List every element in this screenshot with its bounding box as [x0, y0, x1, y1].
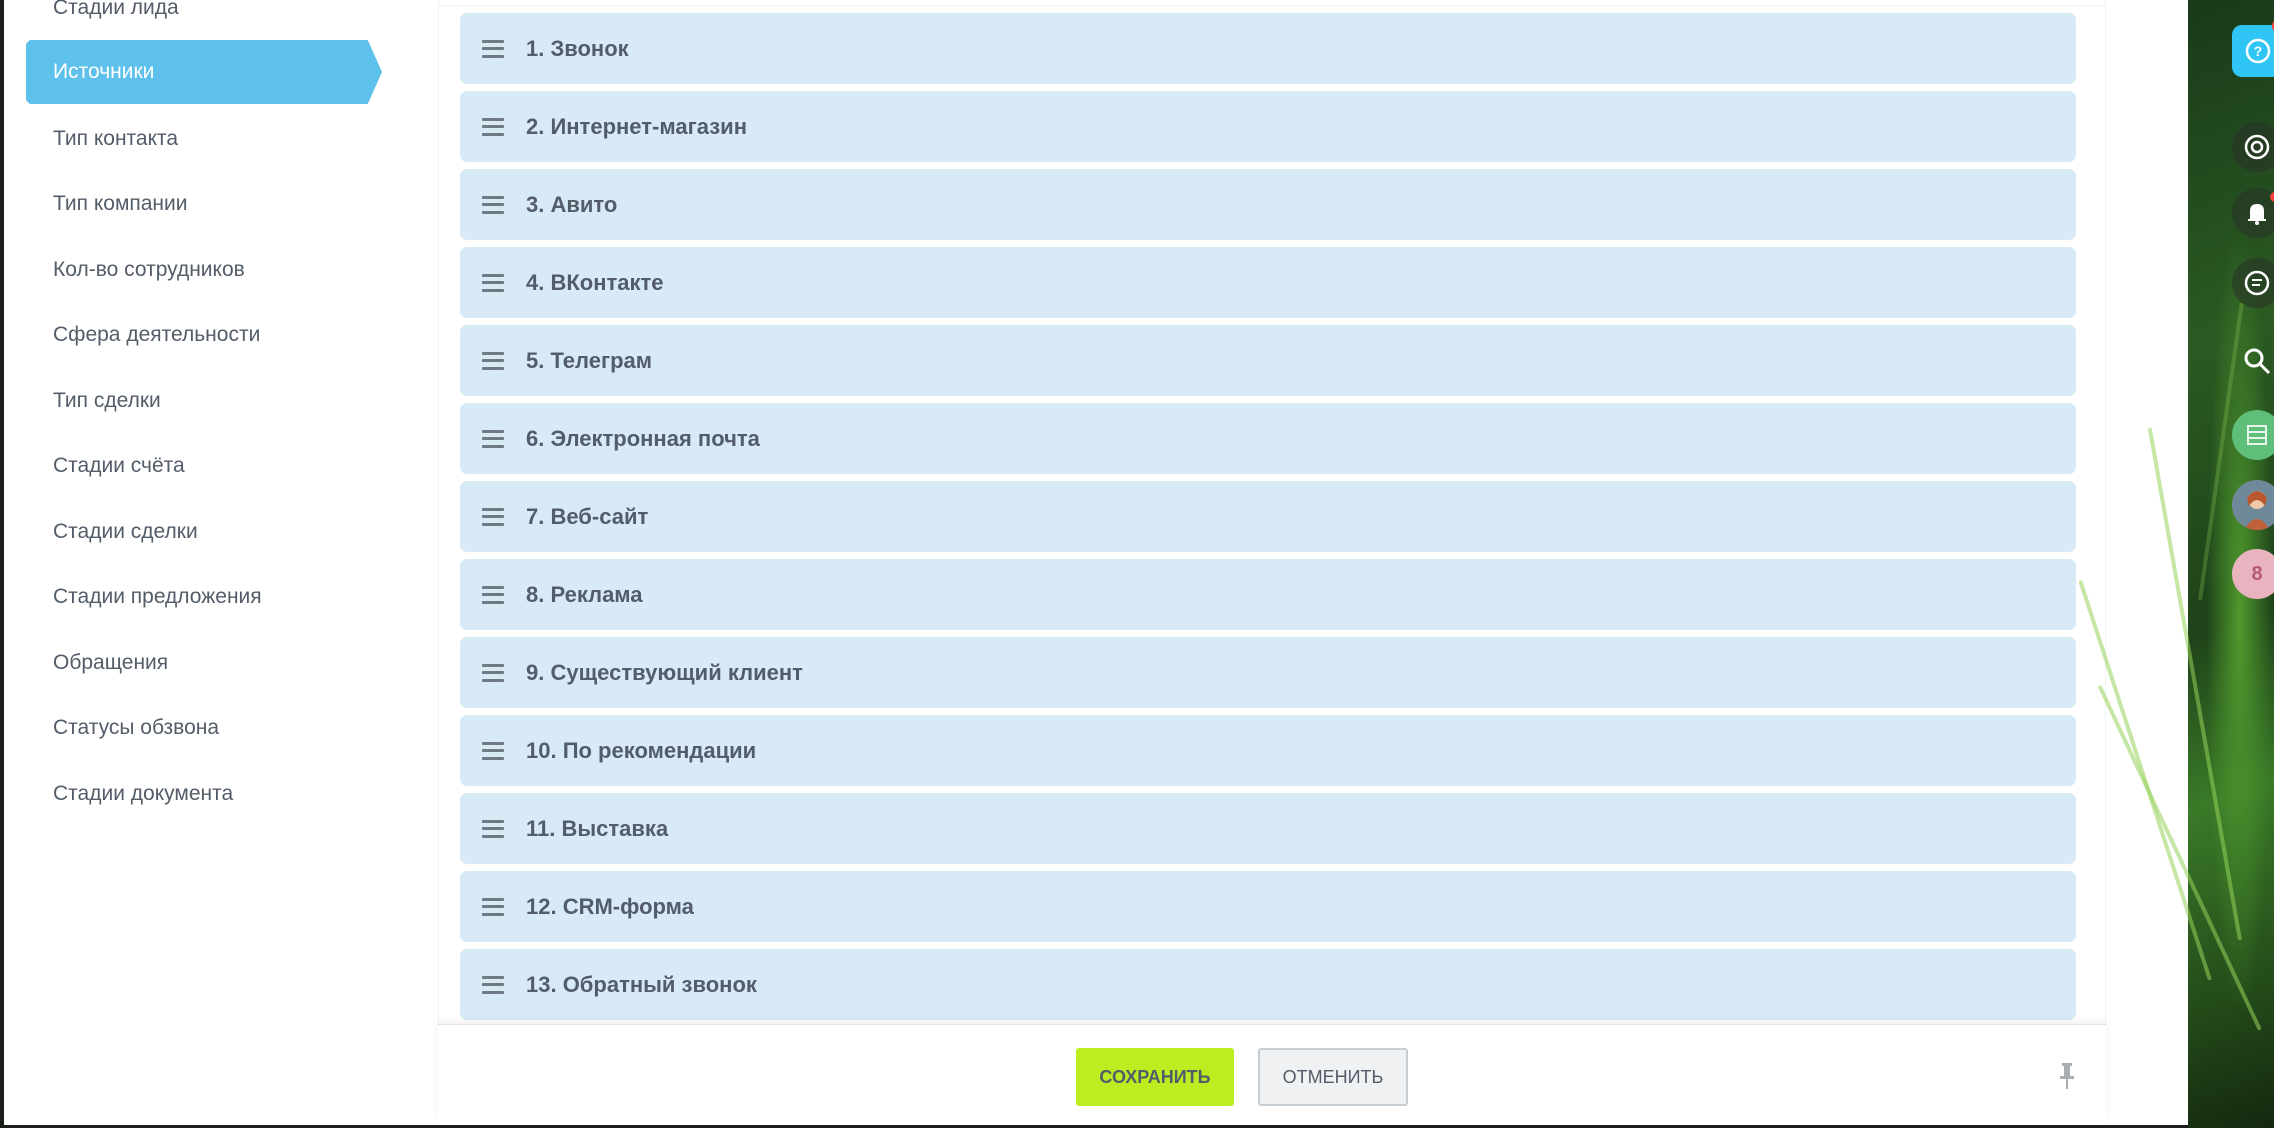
- list-item-label: 7. Веб-сайт: [526, 503, 649, 529]
- drag-handle-icon[interactable]: [482, 507, 504, 526]
- list-item[interactable]: 13. Обратный звонок: [460, 949, 2076, 1020]
- sidebar-item-label: Обращения: [53, 651, 169, 674]
- sidebar-item-call-statuses[interactable]: Статусы обзвона: [26, 696, 366, 760]
- sheet-button[interactable]: [2232, 410, 2274, 460]
- save-button[interactable]: СОХРАНИТЬ: [1076, 1048, 1234, 1106]
- sidebar-item-deal-type[interactable]: Тип сделки: [26, 369, 366, 433]
- list-item[interactable]: 6. Электронная почта: [460, 403, 2076, 474]
- sidebar-item-label: Тип контакта: [53, 127, 179, 150]
- sidebar-item-deal-stages[interactable]: Стадии сделки: [26, 500, 366, 564]
- drag-handle-icon[interactable]: [482, 897, 504, 916]
- list-item-label: 8. Реклама: [526, 581, 643, 607]
- list-item[interactable]: 2. Интернет-магазин: [460, 91, 2076, 162]
- footer-bar: СОХРАНИТЬ ОТМЕНИТЬ: [438, 1024, 2106, 1125]
- avatar-icon: [2232, 480, 2274, 530]
- sidebar-item-label: Источники: [53, 60, 155, 83]
- sidebar-item-employees[interactable]: Кол-во сотрудников: [26, 238, 366, 302]
- sidebar-item-label: Кол-во сотрудников: [53, 258, 245, 281]
- sidebar-item-label: Стадии документа: [53, 782, 234, 805]
- list-item-label: 4. ВКонтакте: [526, 269, 664, 295]
- sidebar-item-label: Стадии предложения: [53, 585, 262, 608]
- sidebar-item-label: Тип сделки: [53, 389, 161, 412]
- user-avatar[interactable]: [2232, 480, 2274, 530]
- drag-handle-icon[interactable]: [482, 585, 504, 604]
- sidebar-item-label: Сфера деятельности: [53, 323, 261, 346]
- drag-handle-icon[interactable]: [482, 273, 504, 292]
- list-item-label: 6. Электронная почта: [526, 425, 760, 451]
- list-item[interactable]: 12. CRM-форма: [460, 871, 2076, 942]
- help-button[interactable]: ?: [2232, 19, 2274, 77]
- sidebar-item-quote-stages[interactable]: Стадии предложения: [26, 565, 366, 629]
- drag-handle-icon[interactable]: [482, 195, 504, 214]
- sidebar-item-contact-type[interactable]: Тип контакта: [26, 107, 366, 171]
- sidebar-item-invoice-stages[interactable]: Стадии счёта: [26, 434, 366, 498]
- list-item-label: 5. Телеграм: [526, 347, 653, 373]
- chat-icon: [2244, 270, 2270, 296]
- list-item[interactable]: 1. Звонок: [460, 13, 2076, 84]
- sidebar-item-company-type[interactable]: Тип компании: [26, 172, 366, 236]
- sidebar-item-document-stages[interactable]: Стадии документа: [26, 762, 366, 826]
- drag-handle-icon[interactable]: [482, 741, 504, 760]
- sources-list: 1. Звонок 2. Интернет-магазин 3. Авито 4…: [438, 0, 2106, 1024]
- list-item[interactable]: 5. Телеграм: [460, 325, 2076, 396]
- list-item[interactable]: 10. По рекомендации: [460, 715, 2076, 786]
- drag-handle-icon[interactable]: [482, 819, 504, 838]
- list-item[interactable]: 4. ВКонтакте: [460, 247, 2076, 318]
- sidebar-item-appeals[interactable]: Обращения: [26, 631, 366, 695]
- drag-handle-icon[interactable]: [482, 975, 504, 994]
- bell-icon: [2248, 204, 2266, 225]
- counter-label: 8: [2251, 562, 2263, 585]
- cancel-button[interactable]: ОТМЕНИТЬ: [1258, 1048, 1408, 1106]
- list-item-label: 9. Существующий клиент: [526, 659, 803, 685]
- counter-avatar[interactable]: 8: [2232, 549, 2274, 599]
- list-item[interactable]: 3. Авито: [460, 169, 2076, 240]
- drag-handle-icon[interactable]: [482, 39, 504, 58]
- list-item-label: 1. Звонок: [526, 35, 629, 61]
- list-item-label: 10. По рекомендации: [526, 737, 757, 763]
- target-button[interactable]: [2232, 122, 2274, 172]
- list-item[interactable]: 9. Существующий клиент: [460, 637, 2076, 708]
- list-item-label: 3. Авито: [526, 191, 618, 217]
- sidebar-item-label: Стадии сделки: [53, 520, 198, 543]
- sidebar-item-lead-stages[interactable]: Стадии лида: [26, 0, 366, 40]
- drag-handle-icon[interactable]: [482, 429, 504, 448]
- search-button[interactable]: [2232, 336, 2274, 386]
- sheet-icon: [2247, 425, 2267, 445]
- list-item-label: 12. CRM-форма: [526, 893, 694, 919]
- sidebar: Стадии лида Источники Тип контакта Тип к…: [4, 0, 438, 1125]
- list-item[interactable]: 11. Выставка: [460, 793, 2076, 864]
- sidebar-item-label: Стадии лида: [53, 0, 179, 19]
- target-icon: [2244, 134, 2270, 160]
- search-icon: [2244, 348, 2271, 375]
- sidebar-item-label: Тип компании: [53, 192, 188, 215]
- drag-handle-icon[interactable]: [482, 117, 504, 136]
- list-item[interactable]: 8. Реклама: [460, 559, 2076, 630]
- notifications-button[interactable]: [2232, 188, 2274, 238]
- list-item-label: 2. Интернет-магазин: [526, 113, 747, 139]
- sidebar-item-label: Статусы обзвона: [53, 716, 220, 739]
- list-top-edge: [439, 0, 2105, 6]
- list-item-label: 11. Выставка: [526, 815, 669, 841]
- sidebar-item-label: Стадии счёта: [53, 454, 185, 477]
- sidebar-item-industry[interactable]: Сфера деятельности: [26, 303, 366, 367]
- list-item-label: 13. Обратный звонок: [526, 971, 757, 997]
- drag-handle-icon[interactable]: [482, 663, 504, 682]
- question-icon: ?: [2245, 38, 2271, 64]
- svg-text:?: ?: [2254, 43, 2263, 59]
- notification-badge: [2270, 192, 2274, 202]
- drag-handle-icon[interactable]: [482, 351, 504, 370]
- pin-icon[interactable]: [2056, 1061, 2078, 1091]
- list-item[interactable]: 7. Веб-сайт: [460, 481, 2076, 552]
- sidebar-item-sources[interactable]: Источники: [26, 40, 382, 104]
- chat-button[interactable]: [2232, 258, 2274, 308]
